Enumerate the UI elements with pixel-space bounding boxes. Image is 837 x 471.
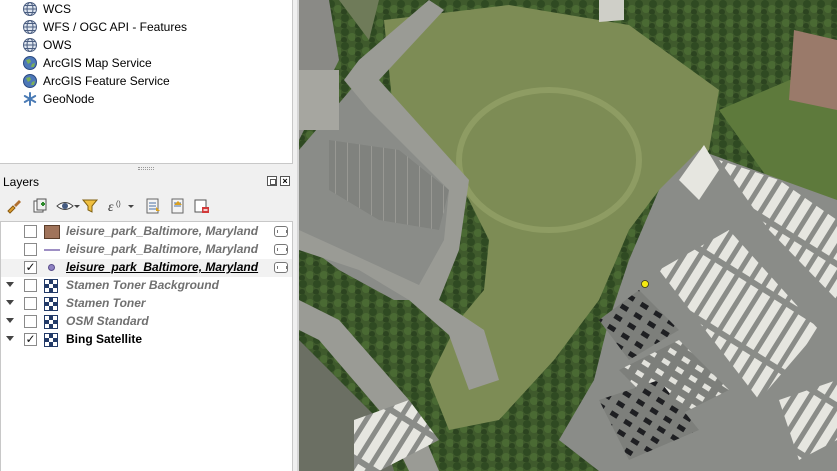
- svg-text:ε: ε: [108, 200, 114, 215]
- point-feature-marker: [641, 280, 649, 288]
- dock-close-button[interactable]: ×: [280, 176, 290, 186]
- expression-filter-icon[interactable]: ε(): [106, 197, 124, 215]
- layer-name: leisure_park_Baltimore, Maryland: [66, 224, 259, 238]
- filter-icon[interactable]: [81, 197, 99, 215]
- layers-panel-title: Layers: [3, 175, 40, 189]
- chevron-down-icon[interactable]: [73, 197, 81, 215]
- layer-row-selected[interactable]: ✓ leisure_park_Baltimore, Maryland: [1, 259, 292, 277]
- polygon-symbol-icon: [44, 225, 60, 239]
- browser-item-ows[interactable]: OWS: [22, 36, 72, 54]
- panel-splitter[interactable]: [138, 167, 154, 170]
- collapse-all-icon[interactable]: [169, 197, 187, 215]
- browser-item-label: GeoNode: [43, 92, 95, 106]
- style-brush-icon[interactable]: [5, 197, 23, 215]
- browser-item-wcs[interactable]: WCS: [22, 0, 71, 18]
- expand-arrow-icon[interactable]: [6, 336, 14, 341]
- layer-row[interactable]: Stamen Toner Background: [1, 277, 292, 295]
- raster-layer-icon: [44, 315, 58, 329]
- layer-visibility-checkbox[interactable]: [24, 279, 37, 292]
- browser-item-label: WCS: [43, 2, 71, 16]
- browser-item-arcgis-map[interactable]: ArcGIS Map Service: [22, 54, 152, 72]
- expand-arrow-icon[interactable]: [6, 318, 14, 323]
- browser-item-label: ArcGIS Feature Service: [43, 74, 170, 88]
- browser-item-label: WFS / OGC API - Features: [43, 20, 188, 34]
- svg-text:(): (): [116, 201, 121, 208]
- layer-visibility-checkbox[interactable]: [24, 315, 37, 328]
- layer-row[interactable]: leisure_park_Baltimore, Maryland: [1, 223, 292, 241]
- globe-icon: [23, 20, 37, 34]
- layer-visibility-checkbox[interactable]: ✓: [24, 261, 37, 274]
- chevron-down-icon[interactable]: [127, 197, 135, 215]
- layers-tree: leisure_park_Baltimore, Maryland leisure…: [0, 221, 293, 471]
- browser-item-wfs[interactable]: WFS / OGC API - Features: [22, 18, 187, 36]
- browser-item-label: ArcGIS Map Service: [43, 56, 152, 70]
- globe-icon: [23, 2, 37, 16]
- layer-visibility-checkbox[interactable]: [24, 297, 37, 310]
- raster-layer-icon: [44, 333, 58, 347]
- layer-row[interactable]: leisure_park_Baltimore, Maryland: [1, 241, 292, 259]
- expand-all-icon[interactable]: [144, 197, 162, 215]
- filter-indicator-icon[interactable]: [274, 226, 288, 237]
- layer-name: leisure_park_Baltimore, Maryland: [66, 260, 259, 274]
- browser-panel: WCS WFS / OGC API - Features OWS ArcGIS …: [0, 0, 293, 164]
- browser-item-geonode[interactable]: GeoNode: [22, 90, 94, 108]
- layer-name: leisure_park_Baltimore, Maryland: [66, 242, 259, 256]
- satellite-imagery: [299, 0, 837, 471]
- raster-layer-icon: [44, 297, 58, 311]
- map-canvas[interactable]: [299, 0, 837, 471]
- add-group-icon[interactable]: [31, 197, 49, 215]
- dock-float-button[interactable]: [267, 176, 277, 186]
- layer-visibility-checkbox[interactable]: [24, 225, 37, 238]
- layer-name: Stamen Toner: [66, 296, 146, 310]
- globe-icon: [23, 38, 37, 52]
- line-symbol-icon: [44, 243, 60, 257]
- arcgis-globe-icon: [23, 74, 37, 88]
- browser-item-label: OWS: [43, 38, 72, 52]
- layer-visibility-checkbox[interactable]: ✓: [24, 333, 37, 346]
- layer-row[interactable]: Stamen Toner: [1, 295, 292, 313]
- remove-layer-icon[interactable]: [193, 197, 211, 215]
- layer-row[interactable]: OSM Standard: [1, 313, 292, 331]
- filter-indicator-icon[interactable]: [274, 244, 288, 255]
- layer-name: Bing Satellite: [66, 332, 143, 346]
- layer-name: OSM Standard: [66, 314, 149, 328]
- layer-row[interactable]: ✓ Bing Satellite: [1, 331, 292, 349]
- layer-name: Stamen Toner Background: [66, 278, 219, 292]
- arcgis-globe-icon: [23, 56, 37, 70]
- visibility-eye-icon[interactable]: [56, 197, 74, 215]
- layer-visibility-checkbox[interactable]: [24, 243, 37, 256]
- layers-toolbar: ε(): [0, 193, 293, 219]
- left-dock: WCS WFS / OGC API - Features OWS ArcGIS …: [0, 0, 297, 471]
- expand-arrow-icon[interactable]: [6, 282, 14, 287]
- browser-item-arcgis-feature[interactable]: ArcGIS Feature Service: [22, 72, 170, 90]
- point-symbol-icon: [44, 261, 60, 275]
- expand-arrow-icon[interactable]: [6, 300, 14, 305]
- geonode-icon: [23, 92, 37, 106]
- raster-layer-icon: [44, 279, 58, 293]
- filter-indicator-icon[interactable]: [274, 262, 288, 273]
